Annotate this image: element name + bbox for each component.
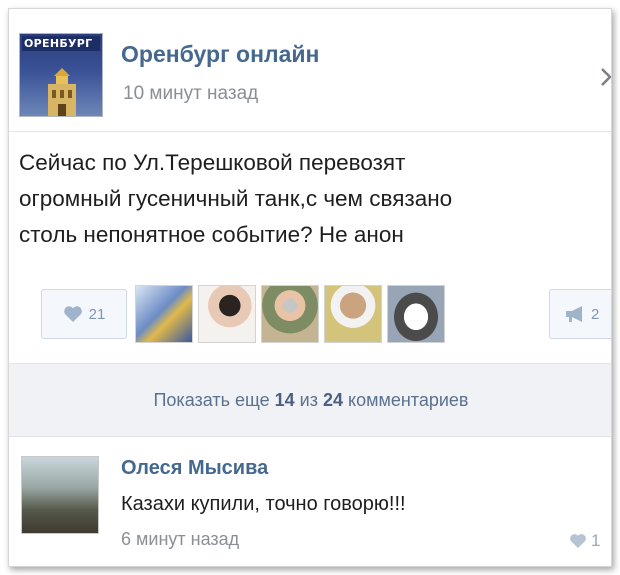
show-more-suffix: комментариев bbox=[348, 389, 469, 410]
divider bbox=[9, 131, 611, 132]
liker-avatar[interactable] bbox=[387, 285, 445, 343]
post-timestamp[interactable]: 10 минут назад bbox=[123, 83, 258, 105]
liker-avatar[interactable] bbox=[135, 285, 193, 343]
show-more-comments-button[interactable]: Показать еще 14 из 24 комментариев bbox=[9, 364, 611, 436]
comment-author-link[interactable]: Олеся Мысива bbox=[121, 457, 268, 480]
liker-avatar[interactable] bbox=[198, 285, 256, 343]
post-text: Сейчас по Ул.Терешковой перевозят огромн… bbox=[19, 150, 453, 247]
share-count: 2 bbox=[591, 305, 600, 323]
liker-avatar[interactable] bbox=[324, 285, 382, 343]
comment-text: Казахи купили, точно говорю!!! bbox=[121, 493, 406, 515]
liker-avatar[interactable] bbox=[261, 285, 319, 343]
shown-count: 14 bbox=[274, 389, 295, 410]
chevron-right-icon[interactable] bbox=[600, 67, 612, 87]
avatar[interactable] bbox=[21, 456, 99, 534]
likers-list bbox=[135, 285, 445, 343]
comment-like-button[interactable]: 1 bbox=[569, 531, 600, 551]
divider bbox=[9, 436, 611, 437]
post-card: ОРЕНБУРГ Оренбург онлайн 10 минут назад … bbox=[8, 8, 612, 567]
share-button[interactable]: 2 bbox=[549, 289, 611, 339]
building-icon bbox=[48, 68, 76, 116]
group-logo-text: ОРЕНБУРГ bbox=[22, 36, 100, 51]
show-more-prefix: Показать еще bbox=[153, 389, 270, 410]
total-count: 24 bbox=[322, 389, 344, 410]
comment-like-count: 1 bbox=[591, 531, 601, 550]
heart-icon bbox=[63, 306, 82, 322]
group-avatar[interactable]: ОРЕНБУРГ bbox=[19, 33, 103, 117]
show-more-middle: из bbox=[299, 389, 318, 410]
heart-icon bbox=[570, 534, 586, 549]
group-name-link[interactable]: Оренбург онлайн bbox=[121, 41, 319, 68]
megaphone-icon bbox=[566, 306, 582, 322]
comment-timestamp[interactable]: 6 минут назад bbox=[121, 529, 239, 550]
like-count: 21 bbox=[88, 305, 106, 323]
like-button[interactable]: 21 bbox=[41, 289, 127, 339]
